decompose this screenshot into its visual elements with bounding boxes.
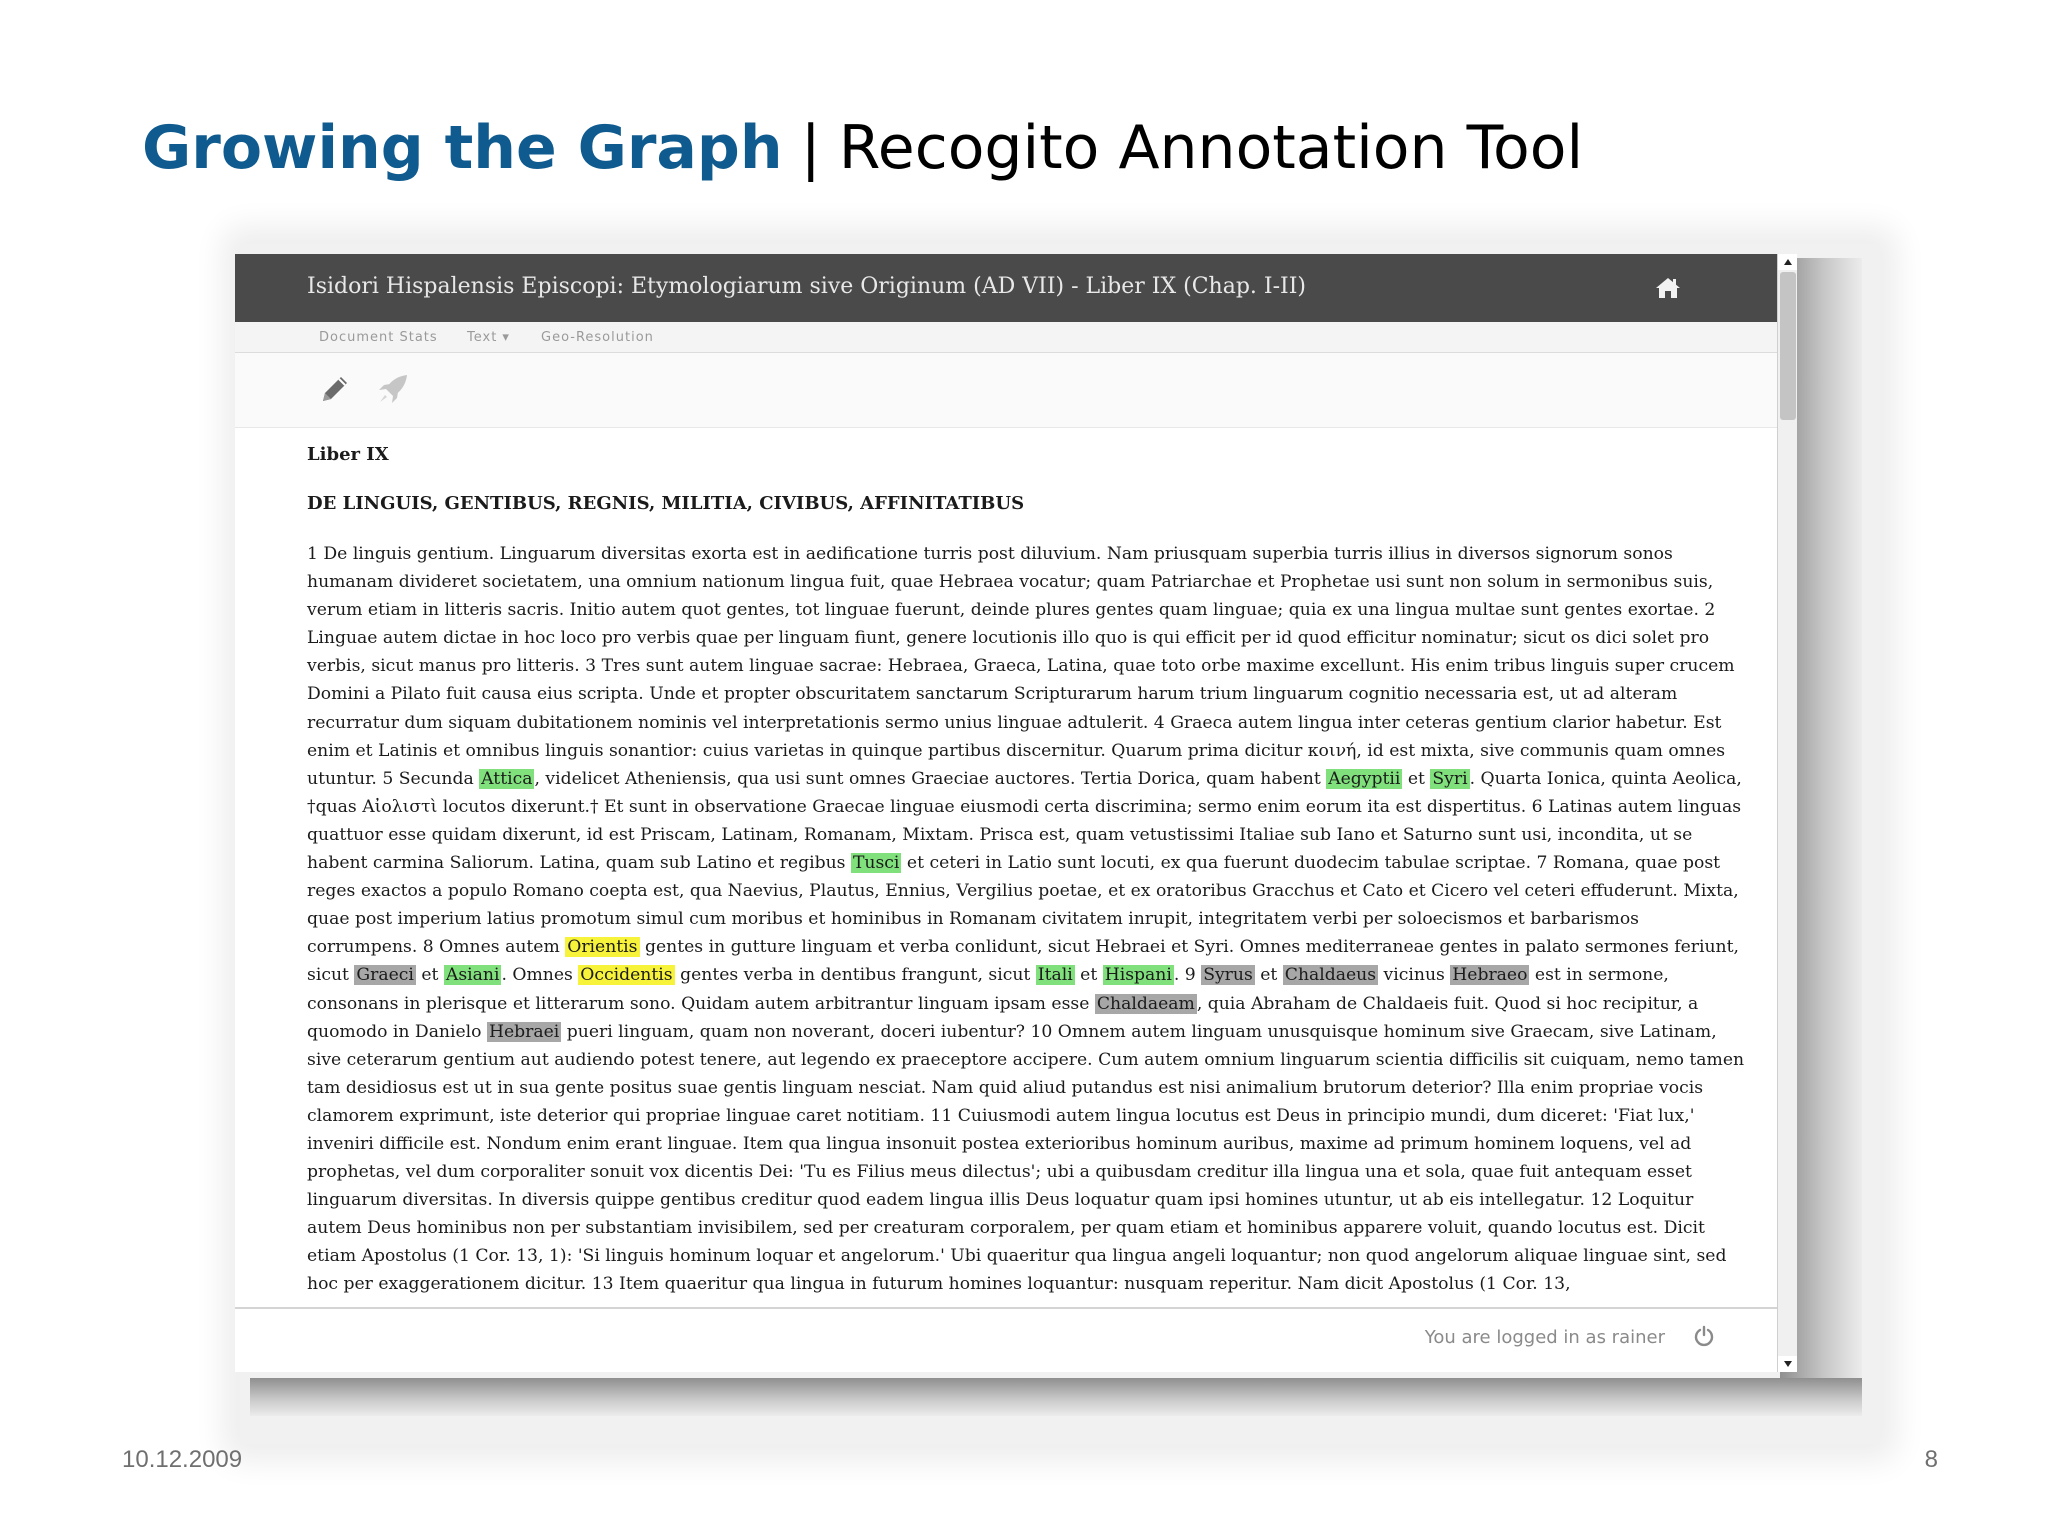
vertical-scrollbar[interactable]	[1777, 254, 1797, 1372]
slide-title: Growing the Graph | Recogito Annotation To…	[142, 112, 1583, 184]
text-segment: et	[1402, 768, 1431, 789]
annotation-green-highlight[interactable]: Hispani	[1102, 965, 1174, 986]
text-segment: gentes verba in dentibus frangunt, sicut	[674, 965, 1036, 986]
annotation-grey-highlight[interactable]: Hebraeo	[1450, 965, 1530, 986]
document-body-text: 1 De linguis gentium. Linguarum diversit…	[307, 540, 1747, 1299]
scroll-thumb[interactable]	[1780, 272, 1796, 420]
text-segment: et	[415, 965, 444, 986]
annotation-yellow-highlight[interactable]: Occidentis	[578, 965, 675, 986]
slide-title-strong: Growing the Graph	[142, 113, 783, 183]
annotation-toolbar	[235, 353, 1777, 428]
annotate-tool-button[interactable]	[315, 369, 355, 409]
menu-bar: Document Stats Text ▾ Geo-Resolution	[235, 322, 1777, 353]
app-window: Isidori Hispalensis Episcopi: Etymologia…	[235, 254, 1797, 1372]
text-segment: et	[1074, 965, 1103, 986]
annotation-green-highlight[interactable]: Itali	[1035, 965, 1075, 986]
annotation-grey-highlight[interactable]: Chaldaeam	[1094, 993, 1197, 1014]
text-segment: pueri linguam, quam non noverant, doceri…	[307, 1021, 1745, 1295]
annotation-green-highlight[interactable]: Aegyptii	[1326, 768, 1403, 789]
annotation-green-highlight[interactable]: Asiani	[443, 965, 502, 986]
status-bar: You are logged in as rainer	[235, 1307, 1777, 1372]
annotation-yellow-highlight[interactable]: Orientis	[565, 937, 640, 958]
section-heading: DE LINGUIS, GENTIBUS, REGNIS, MILITIA, C…	[307, 493, 1025, 514]
annotation-green-highlight[interactable]: Tusci	[850, 853, 902, 874]
text-segment: , videlicet Atheniensis, qua usi sunt om…	[534, 768, 1327, 789]
slide-page-number: 8	[1924, 1446, 1938, 1473]
menu-text[interactable]: Text ▾	[467, 330, 510, 345]
annotation-grey-highlight[interactable]: Graeci	[354, 965, 416, 986]
screenshot-shadow-bottom	[250, 1378, 1862, 1416]
app-titlebar: Isidori Hispalensis Episcopi: Etymologia…	[235, 254, 1777, 322]
text-segment: . Omnes	[501, 965, 579, 986]
pencil-icon	[323, 377, 347, 401]
document-content: Liber IX DE LINGUIS, GENTIBUS, REGNIS, M…	[307, 444, 1747, 1299]
menu-geo-resolution[interactable]: Geo-Resolution	[541, 330, 654, 345]
annotation-grey-highlight[interactable]: Syrus	[1201, 965, 1255, 986]
book-label: Liber IX	[307, 444, 389, 465]
annotation-green-highlight[interactable]: Syri	[1430, 768, 1470, 789]
annotation-grey-highlight[interactable]: Hebraei	[486, 1021, 562, 1042]
home-icon[interactable]	[1655, 276, 1681, 300]
text-segment: vicinus	[1378, 965, 1451, 986]
annotation-green-highlight[interactable]: Attica	[479, 768, 535, 789]
text-segment: et	[1254, 965, 1283, 986]
scroll-down-arrow[interactable]	[1778, 1356, 1797, 1372]
login-status: You are logged in as rainer	[1424, 1327, 1665, 1348]
annotation-grey-highlight[interactable]: Chaldaeus	[1282, 965, 1379, 986]
scroll-up-arrow[interactable]	[1778, 254, 1797, 270]
text-segment: . 9	[1173, 965, 1202, 986]
text-segment: 1 De linguis gentium. Linguarum diversit…	[307, 544, 1735, 789]
document-title: Isidori Hispalensis Episcopi: Etymologia…	[307, 274, 1306, 299]
menu-document-stats[interactable]: Document Stats	[319, 330, 438, 345]
slide-date: 10.12.2009	[122, 1446, 243, 1473]
rocket-icon	[379, 375, 407, 403]
power-icon[interactable]	[1693, 1325, 1715, 1347]
slide-title-separator: |	[800, 113, 821, 183]
quick-annotate-tool-button[interactable]	[373, 369, 413, 409]
slide-title-rest: Recogito Annotation Tool	[838, 113, 1584, 183]
